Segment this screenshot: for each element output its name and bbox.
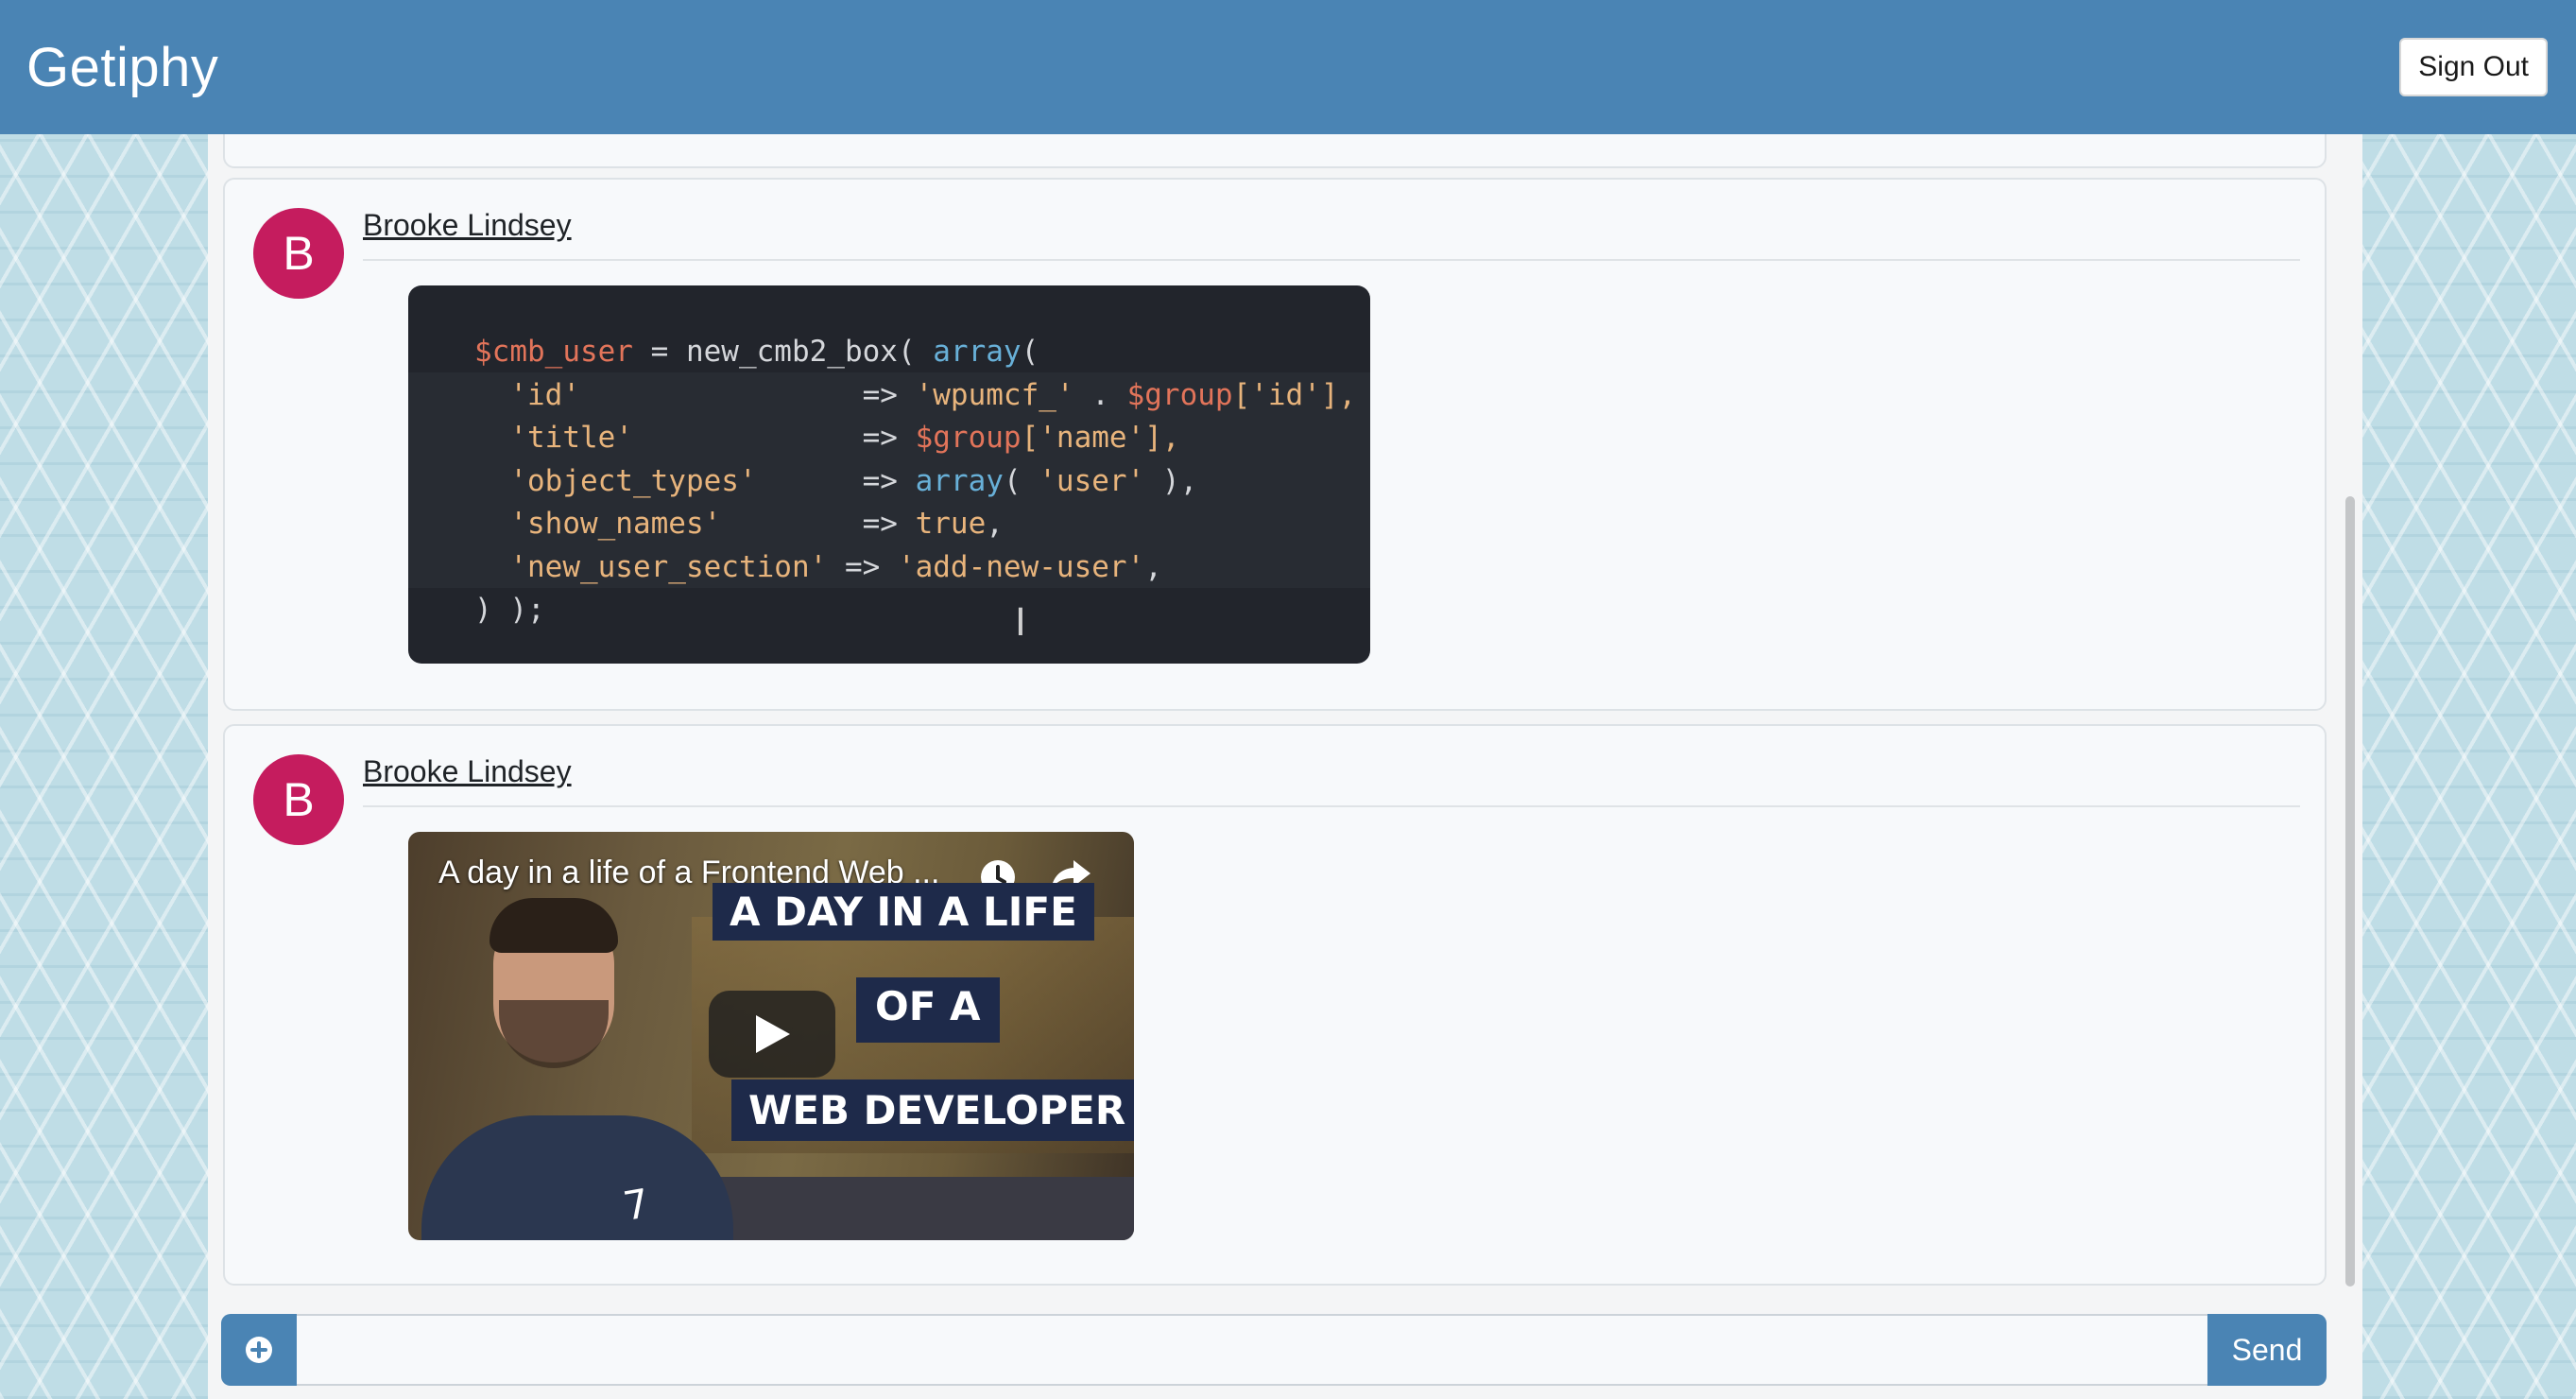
code-token: ( bbox=[1021, 335, 1039, 369]
code-token: 'new_user_section' bbox=[474, 549, 828, 584]
code-line: $cmb_user = new_cmb2_box( array( bbox=[474, 335, 1039, 369]
code-token: $group bbox=[1126, 377, 1233, 412]
code-line: 'object_types' => array( 'user' ), bbox=[474, 464, 1197, 498]
avatar: B bbox=[253, 208, 344, 299]
message-card: B Brooke Lindsey $cmb_user = new_cmb2_bo… bbox=[223, 178, 2327, 711]
code-token: => bbox=[827, 549, 898, 584]
play-icon bbox=[756, 1015, 790, 1053]
video-background-sofa bbox=[720, 1177, 1134, 1240]
code-line: 'show_names' => true, bbox=[474, 507, 1004, 541]
attach-button[interactable] bbox=[221, 1314, 297, 1386]
code-gif[interactable]: $cmb_user = new_cmb2_box( array( 'id' =>… bbox=[408, 285, 1370, 664]
code-token: $group bbox=[915, 421, 1022, 455]
code-token: 'id' bbox=[474, 377, 580, 412]
chat-panel: B Brooke Lindsey $cmb_user = new_cmb2_bo… bbox=[208, 115, 2362, 1399]
message-input[interactable] bbox=[297, 1314, 2207, 1386]
video-person-body bbox=[421, 1115, 733, 1240]
code-token: . bbox=[1073, 377, 1127, 412]
send-button[interactable]: Send bbox=[2207, 1314, 2327, 1386]
divider bbox=[363, 805, 2300, 807]
code-token: ) ); bbox=[474, 593, 545, 627]
code-token: 'show_names' bbox=[474, 507, 722, 541]
code-token: array bbox=[933, 335, 1022, 369]
code-token: 'user' bbox=[1039, 463, 1145, 498]
divider bbox=[363, 259, 2300, 261]
code-token: 'wpumcf_' bbox=[915, 377, 1074, 412]
code-token: $cmb_user bbox=[474, 335, 633, 369]
plus-circle-icon bbox=[246, 1337, 272, 1363]
youtube-embed[interactable]: 7 A day in a life of a Frontend Web ... … bbox=[408, 832, 1134, 1240]
play-button[interactable] bbox=[709, 991, 835, 1078]
video-person-hair bbox=[489, 898, 618, 953]
code-token: => bbox=[721, 507, 916, 541]
code-line: 'new_user_section' => 'add-new-user', bbox=[474, 550, 1162, 584]
code-token: ), bbox=[1144, 463, 1198, 498]
code-block: $cmb_user = new_cmb2_box( array( 'id' =>… bbox=[474, 331, 1356, 632]
code-token: => bbox=[632, 421, 916, 455]
code-token: => bbox=[579, 377, 916, 412]
text-cursor-icon: I bbox=[1015, 601, 1026, 645]
code-token: 'add-new-user' bbox=[897, 549, 1145, 584]
thumbnail-banner-line2: OF A bbox=[856, 977, 1000, 1043]
message-card: B Brooke Lindsey 7 A day in a life of a … bbox=[223, 724, 2327, 1286]
code-token: = new_cmb2_box( bbox=[632, 335, 934, 369]
code-token: array bbox=[915, 463, 1004, 498]
code-token: 'title' bbox=[474, 421, 633, 455]
navbar: Getiphy Sign Out bbox=[0, 0, 2576, 134]
code-token: => bbox=[756, 463, 916, 498]
message-composer: Send bbox=[221, 1314, 2327, 1386]
code-token: ['id'], bbox=[1232, 377, 1357, 412]
scrollbar-thumb[interactable] bbox=[2345, 496, 2355, 1287]
code-line: 'id' => 'wpumcf_' . $group['id'], bbox=[474, 378, 1356, 412]
thumbnail-banner-line1: A DAY IN A LIFE bbox=[713, 883, 1094, 941]
author-link[interactable]: Brooke Lindsey bbox=[363, 208, 572, 243]
code-token: , bbox=[986, 507, 1004, 541]
code-token: ['name'], bbox=[1021, 421, 1180, 455]
code-line: 'title' => $group['name'], bbox=[474, 421, 1180, 455]
video-person-beard bbox=[499, 1000, 609, 1068]
code-line: ) ); bbox=[474, 593, 545, 627]
code-token: 'object_types' bbox=[474, 463, 757, 498]
code-token: true bbox=[915, 507, 987, 541]
code-token: , bbox=[1144, 549, 1162, 584]
sign-out-button[interactable]: Sign Out bbox=[2399, 38, 2548, 96]
avatar: B bbox=[253, 754, 344, 845]
thumbnail-banner-line3: WEB DEVELOPER bbox=[731, 1079, 1134, 1141]
author-link[interactable]: Brooke Lindsey bbox=[363, 754, 572, 789]
brand-title[interactable]: Getiphy bbox=[26, 36, 218, 99]
code-token: ( bbox=[1003, 463, 1039, 498]
